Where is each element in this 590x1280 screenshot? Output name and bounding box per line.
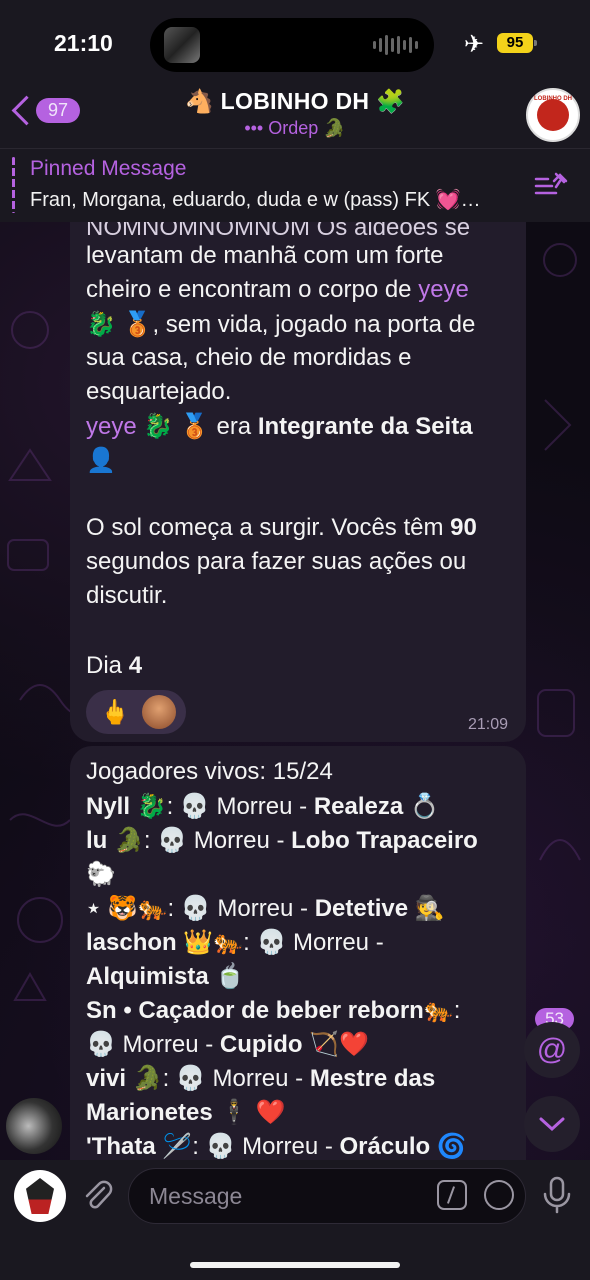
- message-text: cheiro e encontram o corpo de yeye: [86, 276, 469, 304]
- player-row: Sn • Caçador de beber reborn🐅:: [86, 996, 460, 1025]
- role-name: Detetive 🕵: [314, 895, 445, 922]
- chevron-down-icon: [539, 1117, 565, 1132]
- reaction-emoji: 🖕: [100, 698, 130, 726]
- bot-commands-icon[interactable]: [437, 1180, 467, 1210]
- role-name: Mestre das: [309, 1065, 436, 1092]
- sticker-icon[interactable]: [484, 1180, 514, 1210]
- message-text: sua casa, cheio de mordidas e: [86, 344, 412, 371]
- player-name: lu 🐊: [86, 827, 144, 854]
- player-row: lu 🐊: 💀 Morreu - Lobo Trapaceiro: [86, 826, 478, 855]
- clock: 21:10: [54, 30, 113, 56]
- text-run: : 💀 Morreu -: [166, 793, 314, 820]
- player-name: ⋆ 🐯🐅: [86, 895, 168, 922]
- message-timestamp: 21:09: [467, 716, 508, 733]
- player-name: 'Thata 🪡: [86, 1133, 193, 1160]
- message-text: Dia 4: [86, 652, 142, 680]
- role-name: Lobo Trapaceiro: [291, 827, 478, 854]
- now-playing-artwork: [164, 27, 200, 63]
- text-run: era: [209, 413, 258, 440]
- group-avatar[interactable]: LOBINHO DH: [526, 88, 580, 142]
- dynamic-island[interactable]: [150, 18, 434, 72]
- send-as-avatar[interactable]: [14, 1170, 66, 1222]
- microphone-icon[interactable]: [542, 1176, 572, 1214]
- message-text: levantam de manhã com um forte: [86, 242, 444, 269]
- pinned-message-bar[interactable]: Pinned Message Fran, Morgana, eduardo, d…: [0, 148, 590, 222]
- audio-wave-icon: [373, 35, 418, 55]
- attachment-icon[interactable]: [80, 1178, 114, 1212]
- player-row: 💀 Morreu - Cupido 🏹❤️: [86, 1030, 369, 1059]
- wolf-logo-icon: [537, 99, 569, 131]
- role-name: Cupido 🏹❤️: [219, 1031, 369, 1058]
- text-run: : 💀 Morreu -: [143, 827, 292, 854]
- role-name: Marionetes 🕴 ❤️: [86, 1099, 286, 1126]
- player-name: laschon 👑🐅: [86, 929, 244, 956]
- message-text: Jogadores vivos: 15/24: [86, 758, 333, 785]
- mention-jump-button[interactable]: @: [524, 1022, 580, 1078]
- message-text: 👤: [86, 447, 116, 474]
- message-bubble[interactable]: Jogadores vivos: 15/24 Nyll 🐉: 💀 Morreu …: [70, 746, 526, 1166]
- player-row: ⋆ 🐯🐅: 💀 Morreu - Detetive 🕵: [86, 894, 445, 923]
- role-name: Alquimista 🍵: [86, 963, 246, 990]
- typing-status: ••• Ordep 🐊: [244, 118, 346, 138]
- role-name: Integrante da Seita: [257, 413, 473, 440]
- chat-title[interactable]: 🐴 LOBINHO DH 🧩: [0, 88, 590, 115]
- message-text: NOMNOMNOMNOM Os aldeões se: [86, 222, 471, 241]
- text-run: : 💀 Morreu -: [162, 1065, 310, 1092]
- player-row: Nyll 🐉: 💀 Morreu - Realeza 💍: [86, 792, 440, 821]
- message-text: yeye 🐉 🥉 era Integrante da Seita: [86, 412, 473, 441]
- player-row: vivi 🐊: 💀 Morreu - Mestre das: [86, 1064, 435, 1093]
- text-run: : 💀 Morreu -: [192, 1133, 340, 1160]
- sender-avatar[interactable]: [6, 1098, 62, 1154]
- message-text: segundos para fazer suas ações ou: [86, 548, 467, 575]
- chat-header: 97 🐴 LOBINHO DH 🧩 ••• Ordep 🐊 LOBINHO DH: [0, 80, 590, 148]
- text-run: Dia: [86, 652, 129, 679]
- text-run: : 💀 Morreu -: [167, 895, 315, 922]
- player-name: vivi 🐊: [86, 1065, 163, 1092]
- day-number: 4: [128, 652, 143, 679]
- player-row: laschon 👑🐅: 💀 Morreu -: [86, 928, 384, 957]
- text-run: :: [453, 997, 461, 1024]
- mention-link[interactable]: 🐉 🥉: [86, 311, 152, 338]
- reaction-chip[interactable]: 🖕: [86, 690, 186, 734]
- seconds-count: 90: [450, 514, 477, 541]
- battery-indicator: 95: [497, 33, 537, 53]
- status-bar: 21:10 ✈ 95: [0, 0, 590, 88]
- role-name: Oráculo 🌀: [339, 1133, 467, 1160]
- pinned-list-icon[interactable]: [534, 171, 568, 199]
- pinned-text: Fran, Morgana, eduardo, duda e w (pass) …: [30, 189, 481, 211]
- pinned-indicator: [12, 157, 15, 213]
- player-name: Nyll 🐉: [86, 793, 167, 820]
- composer-bar: Message: [0, 1160, 590, 1280]
- text-run: cheiro e encontram o corpo de: [86, 276, 419, 303]
- home-indicator: [190, 1262, 400, 1268]
- scroll-down-button[interactable]: [524, 1096, 580, 1152]
- player-row: 'Thata 🪡: 💀 Morreu - Oráculo 🌀: [86, 1132, 467, 1161]
- message-text: esquartejado.: [86, 378, 232, 405]
- pinned-title: Pinned Message: [30, 157, 187, 180]
- reactor-avatar: [141, 695, 176, 729]
- message-text: 🐉 🥉, sem vida, jogado na porta de: [86, 310, 475, 339]
- role-name: Realeza 💍: [313, 793, 440, 820]
- text-run: 💀 Morreu -: [86, 1031, 220, 1058]
- mention-link[interactable]: yeye: [418, 276, 469, 303]
- airplane-mode-icon: ✈: [464, 31, 485, 58]
- message-bubble[interactable]: NOMNOMNOMNOM Os aldeões se levantam de m…: [70, 222, 526, 742]
- message-text: O sol começa a surgir. Vocês têm 90: [86, 514, 477, 542]
- player-name: Sn • Caçador de beber reborn🐅: [86, 997, 454, 1024]
- at-icon: @: [536, 1033, 568, 1066]
- text-run: O sol começa a surgir. Vocês têm: [86, 514, 451, 541]
- text-run: : 💀 Morreu -: [243, 929, 384, 956]
- message-text: discutir.: [86, 582, 168, 609]
- mention-link[interactable]: yeye 🐉 🥉: [86, 413, 210, 440]
- player-row: 🐑: [86, 861, 116, 888]
- text-run: , sem vida, jogado na porta de: [152, 311, 476, 338]
